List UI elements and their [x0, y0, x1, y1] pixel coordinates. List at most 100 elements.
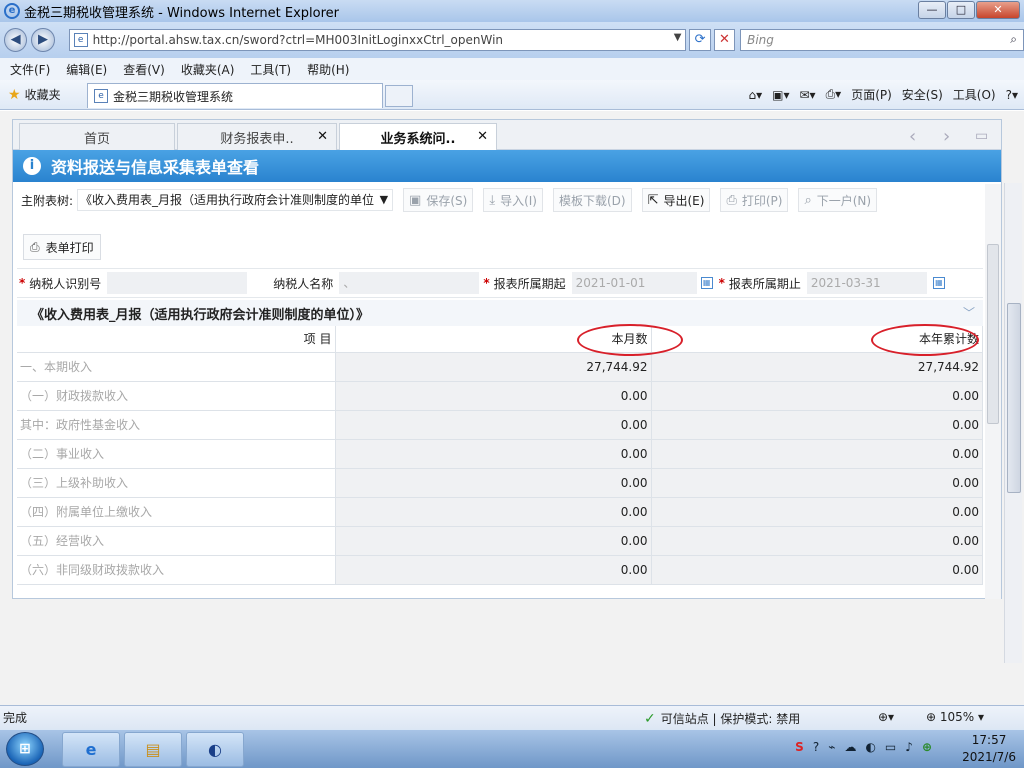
- menu-tools[interactable]: 工具(T): [250, 61, 291, 78]
- start-button[interactable]: ⊞: [6, 732, 44, 766]
- next-taxpayer-button[interactable]: ⌕ 下一户(N): [798, 188, 878, 212]
- mail-icon[interactable]: ✉▾: [799, 88, 815, 102]
- row-month-value[interactable]: 0.00: [335, 468, 652, 498]
- tab-financial-report[interactable]: 财务报表申.. ✕: [177, 123, 337, 150]
- row-item: （六）非同级财政拨款收入: [17, 555, 336, 585]
- period-start-field[interactable]: 2021-01-01: [571, 272, 697, 294]
- clock[interactable]: 17:57 2021/7/6: [962, 732, 1016, 766]
- row-ytd-value[interactable]: 0.00: [651, 439, 983, 469]
- form-print-button[interactable]: ⎙ 表单打印: [23, 234, 101, 260]
- taxpayer-id-field[interactable]: [107, 272, 248, 294]
- close-window-button[interactable]: ✕: [976, 1, 1020, 19]
- menu-favorites[interactable]: 收藏夹(A): [181, 61, 235, 78]
- print-button-label: 打印(P): [741, 193, 783, 208]
- address-dropdown-icon[interactable]: ▼: [674, 32, 682, 43]
- menu-bar: 文件(F) 编辑(E) 查看(V) 收藏夹(A) 工具(T) 帮助(H): [0, 58, 1024, 80]
- safety-menu[interactable]: 安全(S): [902, 86, 943, 103]
- row-ytd-value[interactable]: 0.00: [651, 410, 983, 440]
- maximize-panel-icon[interactable]: ▭: [975, 128, 988, 144]
- header-item: 项 目: [17, 326, 336, 353]
- security-zone[interactable]: ✓ 可信站点 | 保护模式: 禁用: [644, 710, 800, 727]
- menu-view[interactable]: 查看(V): [123, 61, 165, 78]
- favorites-label[interactable]: 收藏夹: [25, 86, 61, 103]
- page-scroll-thumb[interactable]: [1007, 303, 1021, 493]
- calendar-icon[interactable]: ▦: [932, 277, 945, 289]
- forward-button[interactable]: ▶: [31, 28, 55, 52]
- maximize-button[interactable]: □: [947, 1, 975, 19]
- home-icon[interactable]: ⌂▾: [748, 88, 762, 102]
- page-scrollbar[interactable]: [1004, 183, 1022, 663]
- row-month-value[interactable]: 0.00: [335, 526, 652, 556]
- page-menu[interactable]: 页面(P): [851, 86, 892, 103]
- menu-edit[interactable]: 编辑(E): [66, 61, 107, 78]
- info-icon: i: [23, 157, 41, 175]
- tab-scroll-left-icon[interactable]: ‹: [909, 126, 916, 147]
- form-print-label: 表单打印: [45, 240, 94, 255]
- taskbar: ⊞ e ▤ ◐ S ? ⌁ ☁ ◐ ▭ ♪ ⊕ 17:57 2021/7/6: [0, 729, 1024, 768]
- printer-icon[interactable]: ⎙▾: [826, 87, 842, 102]
- search-input[interactable]: Bing ⌕: [740, 29, 1024, 51]
- volume-icon[interactable]: ♪: [905, 740, 913, 754]
- row-month-value[interactable]: 0.00: [335, 381, 652, 411]
- network-icon[interactable]: ⌁: [828, 740, 835, 754]
- calendar-icon[interactable]: ▦: [700, 277, 713, 289]
- row-item: （三）上级补助收入: [17, 468, 336, 498]
- required-marker: *: [483, 276, 490, 290]
- row-month-value[interactable]: 27,744.92: [335, 352, 652, 382]
- row-ytd-value[interactable]: 0.00: [651, 468, 983, 498]
- period-end-field[interactable]: 2021-03-31: [806, 272, 927, 294]
- row-ytd-value[interactable]: 0.00: [651, 555, 983, 585]
- explorer-taskbar-icon[interactable]: ▤: [124, 732, 182, 767]
- import-button[interactable]: ⤓ 导入(I): [483, 188, 543, 212]
- monitor-icon[interactable]: ▭: [885, 740, 896, 754]
- address-bar[interactable]: e http://portal.ahsw.tax.cn/sword?ctrl=M…: [68, 29, 687, 51]
- form-tree-select[interactable]: 《收入费用表_月报（适用执行政府会计准则制度的单位 ▼: [77, 189, 394, 211]
- close-tab-icon[interactable]: ✕: [317, 129, 328, 144]
- row-month-value[interactable]: 0.00: [335, 497, 652, 527]
- browser-tab[interactable]: e 金税三期税收管理系统: [87, 83, 383, 108]
- input-method-icon[interactable]: S: [795, 740, 804, 754]
- row-ytd-value[interactable]: 0.00: [651, 526, 983, 556]
- menu-help[interactable]: 帮助(H): [307, 61, 349, 78]
- status-bar: 完成 ✓ 可信站点 | 保护模式: 禁用 ⊕▾ ⊕ 105% ▾: [0, 705, 1024, 729]
- tab-business-query[interactable]: 业务系统问.. ✕: [339, 123, 497, 151]
- new-tab-button[interactable]: [385, 85, 413, 107]
- row-month-value[interactable]: 0.00: [335, 555, 652, 585]
- tab-page-icon: e: [94, 89, 108, 103]
- tab-home[interactable]: 首页: [19, 123, 175, 150]
- tab-scroll-right-icon[interactable]: ›: [943, 126, 950, 147]
- row-month-value[interactable]: 0.00: [335, 410, 652, 440]
- close-tab-icon[interactable]: ✕: [477, 129, 488, 144]
- search-icon[interactable]: ⌕: [1010, 32, 1017, 47]
- row-ytd-value[interactable]: 0.00: [651, 497, 983, 527]
- star-icon[interactable]: ★: [8, 87, 21, 103]
- rss-icon[interactable]: ▣▾: [772, 88, 789, 102]
- search-placeholder: Bing: [747, 33, 774, 47]
- globe-icon[interactable]: ⊕▾: [878, 710, 894, 724]
- export-button[interactable]: ⇱ 导出(E): [641, 188, 711, 212]
- menu-file[interactable]: 文件(F): [10, 61, 50, 78]
- row-ytd-value[interactable]: 27,744.92: [651, 352, 983, 382]
- back-button[interactable]: ◀: [4, 28, 28, 52]
- plus-icon[interactable]: ⊕: [922, 740, 932, 754]
- zoom-level[interactable]: ⊕ 105% ▾: [926, 710, 984, 724]
- help-icon[interactable]: ?▾: [1006, 88, 1018, 102]
- row-ytd-value[interactable]: 0.00: [651, 381, 983, 411]
- refresh-button[interactable]: ⟳: [689, 29, 711, 51]
- cloud-icon[interactable]: ☁: [844, 740, 856, 754]
- app-tray-icon[interactable]: ◐: [865, 740, 875, 754]
- help-icon[interactable]: ?: [813, 740, 819, 754]
- template-download-button[interactable]: 模板下载(D): [552, 188, 632, 212]
- inner-scrollbar[interactable]: [985, 184, 1001, 599]
- ie-taskbar-icon[interactable]: e: [62, 732, 120, 767]
- stop-button[interactable]: ✕: [713, 29, 736, 51]
- save-button[interactable]: ▣ 保存(S): [403, 188, 474, 212]
- taxpayer-name-field[interactable]: 、: [339, 272, 480, 294]
- inner-scroll-thumb[interactable]: [987, 244, 999, 424]
- app-taskbar-icon[interactable]: ◐: [186, 732, 244, 767]
- row-month-value[interactable]: 0.00: [335, 439, 652, 469]
- chevron-down-icon[interactable]: ﹀: [963, 304, 975, 321]
- minimize-button[interactable]: —: [918, 1, 946, 19]
- tools-menu[interactable]: 工具(O): [953, 86, 996, 103]
- print-button[interactable]: ⎙ 打印(P): [720, 188, 789, 212]
